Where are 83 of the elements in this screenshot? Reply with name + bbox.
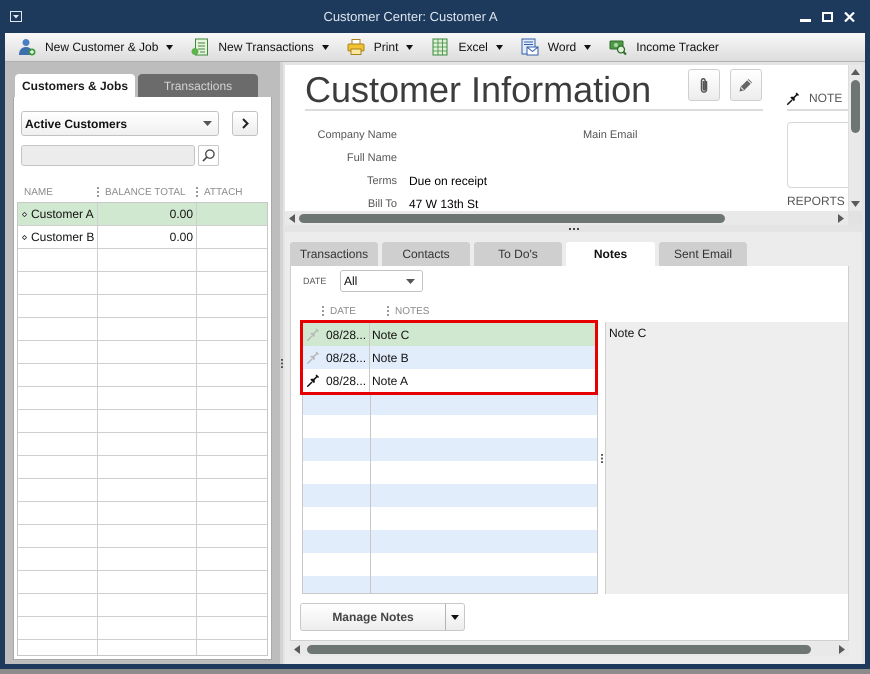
search-icon (202, 149, 215, 162)
chevron-right-icon (242, 118, 248, 129)
maximize-icon (822, 12, 832, 22)
toolbar-button[interactable]: Excel (427, 35, 507, 59)
scrollbar-thumb[interactable] (307, 644, 811, 654)
spreadsheet-icon (431, 38, 450, 56)
scrollbar-thumb[interactable] (299, 214, 725, 222)
form-icon (191, 38, 210, 56)
banknote-icon (609, 38, 628, 56)
section-title: Customer Information (305, 72, 652, 108)
scrollbar-corner (848, 211, 862, 225)
arrow-down-icon[interactable] (851, 201, 860, 207)
pencil-icon (739, 78, 753, 92)
field-value: Due on receipt (409, 174, 488, 188)
scrollbar-thumb[interactable] (851, 80, 860, 133)
person-icon (18, 38, 36, 56)
tab[interactable]: Transactions (290, 242, 378, 266)
field-value: 47 W 13th St (409, 196, 480, 210)
field-label: Main Email (583, 128, 638, 140)
table-cell: 0.00 (98, 203, 197, 225)
horizontal-scrollbar[interactable] (285, 211, 862, 225)
field-label: Terms (366, 174, 397, 186)
note-text: Note C (372, 328, 410, 342)
note-date: 08/28... (326, 374, 366, 388)
toolbar-button[interactable]: Income Tracker (605, 35, 723, 59)
customer-name: Customer B (31, 230, 94, 244)
note-text: Note B (372, 350, 409, 364)
field-label: Company Name (316, 128, 397, 140)
date-filter-dropdown[interactable]: All (340, 270, 423, 292)
toolbar-button[interactable]: Print (342, 35, 418, 59)
letter-icon (520, 38, 539, 56)
table-row[interactable]: Customer A 0.00 (18, 203, 267, 226)
note-date: 08/28... (326, 350, 366, 364)
caret-icon (406, 278, 415, 284)
table-cell: 0.00 (98, 226, 197, 248)
dropdown-icon (10, 11, 22, 22)
field-label: Full Name (346, 152, 397, 164)
note-preview-text: Note C (609, 326, 646, 340)
caret-icon (451, 614, 459, 620)
close-icon (844, 12, 854, 22)
tab[interactable]: Customers & Jobs (15, 74, 135, 97)
column-header[interactable]: DATE (330, 306, 356, 316)
attach-button[interactable] (688, 69, 720, 101)
filter-dropdown[interactable]: Active Customers (21, 111, 219, 136)
reports-heading: REPORTS (787, 194, 846, 208)
tab[interactable]: To Do's (474, 242, 562, 266)
pushpin-icon[interactable] (307, 374, 320, 387)
pushpin-icon (787, 92, 800, 105)
note-row[interactable]: 08/28... Note C (303, 323, 595, 346)
toolbar-button[interactable]: Word (516, 35, 596, 59)
customer-name: Customer A (31, 207, 94, 221)
vertical-scrollbar[interactable] (848, 65, 862, 211)
search-button[interactable] (198, 145, 219, 166)
arrow-right-icon[interactable] (839, 644, 845, 654)
expand-button[interactable] (232, 111, 258, 136)
note-heading: NOTE (809, 91, 842, 105)
arrow-right-icon[interactable] (838, 214, 844, 222)
minimize-icon (800, 18, 810, 22)
diamond-icon (22, 234, 27, 240)
manage-notes-button[interactable]: Manage Notes (300, 603, 446, 631)
tab[interactable]: Contacts (382, 242, 470, 266)
tab[interactable]: Transactions (138, 74, 258, 97)
printer-icon (346, 38, 365, 56)
window-menu-button[interactable] (9, 10, 23, 23)
filter-label: DATE (303, 276, 328, 286)
tab[interactable]: Notes (566, 242, 655, 266)
toolbar-button[interactable]: New Transactions (187, 35, 333, 59)
arrow-left-icon[interactable] (289, 214, 295, 222)
search-field[interactable] (21, 145, 195, 166)
tab[interactable]: Sent Email (659, 242, 747, 266)
arrow-left-icon[interactable] (294, 644, 300, 654)
column-header[interactable]: NOTES (395, 306, 430, 316)
edit-button[interactable] (730, 69, 762, 101)
caret-icon (203, 121, 212, 126)
toolbar-button[interactable]: New Customer & Job (14, 35, 178, 59)
note-text: Note A (372, 374, 408, 388)
window-title: Customer Center: Customer A (323, 9, 498, 24)
dropdown-button[interactable] (446, 603, 465, 631)
field-label: Bill To (366, 198, 397, 210)
arrow-up-icon[interactable] (851, 69, 860, 75)
diamond-icon (22, 212, 27, 216)
paperclip-icon (700, 78, 708, 92)
note-date: 08/28... (326, 328, 366, 342)
